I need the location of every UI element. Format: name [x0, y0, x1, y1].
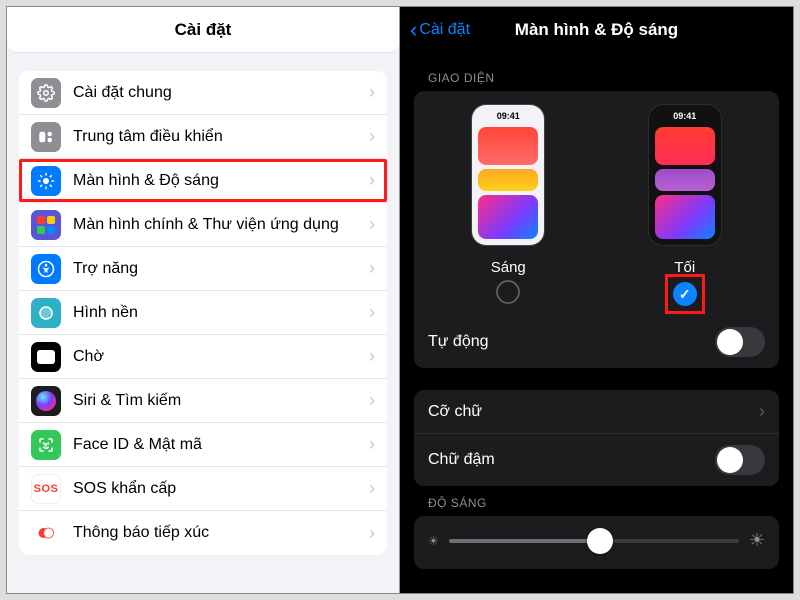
- text-size-label: Cỡ chữ: [428, 403, 482, 421]
- sun-bright-icon: ☀︎: [749, 530, 765, 551]
- preview-dark-thumbnail: 09:41: [649, 105, 721, 245]
- chevron-right-icon: ›: [369, 258, 375, 279]
- detail-scroll[interactable]: GIAO DIỆN 09:41 Sáng 09:41: [400, 53, 793, 593]
- appearance-group: 09:41 Sáng 09:41 Tối: [414, 91, 779, 368]
- settings-row-accessibility[interactable]: Trợ năng ›: [19, 247, 387, 291]
- row-label: Trợ năng: [73, 259, 369, 278]
- chevron-right-icon: ›: [369, 434, 375, 455]
- settings-row-wallpaper[interactable]: Hình nền ›: [19, 291, 387, 335]
- home-grid-icon: [31, 210, 61, 240]
- chevron-right-icon: ›: [369, 170, 375, 191]
- settings-row-sos[interactable]: SOS SOS khẩn cấp ›: [19, 467, 387, 511]
- settings-row-control-center[interactable]: Trung tâm điều khiển ›: [19, 115, 387, 159]
- preview-light-thumbnail: 09:41: [472, 105, 544, 245]
- appearance-light-label: Sáng: [491, 259, 526, 276]
- bold-text-toggle[interactable]: [715, 445, 765, 475]
- chevron-left-icon: ‹: [410, 19, 417, 41]
- chevron-right-icon: ›: [369, 82, 375, 103]
- settings-group: Cài đặt chung › Trung tâm điều khiển › M…: [19, 71, 387, 555]
- brightness-group: ☀︎ ☀︎: [414, 516, 779, 569]
- settings-title: Cài đặt: [7, 7, 399, 53]
- row-label: Face ID & Mật mã: [73, 435, 369, 454]
- appearance-light-radio[interactable]: [496, 280, 520, 304]
- settings-list-panel: Cài đặt Cài đặt chung › Trung tâm điều k…: [7, 7, 400, 593]
- text-size-row[interactable]: Cỡ chữ ›: [414, 390, 779, 434]
- brightness-slider-row: ☀︎ ☀︎: [414, 516, 779, 569]
- row-label: Màn hình & Độ sáng: [73, 171, 369, 190]
- brightness-icon: [31, 166, 61, 196]
- display-brightness-panel: ‹ Cài đặt Màn hình & Độ sáng GIAO DIỆN 0…: [400, 7, 793, 593]
- row-label: Chờ: [73, 347, 369, 366]
- exposure-icon: [31, 518, 61, 548]
- sos-icon: SOS: [31, 474, 61, 504]
- appearance-option-light[interactable]: 09:41 Sáng: [427, 105, 589, 308]
- settings-row-faceid[interactable]: Face ID & Mật mã ›: [19, 423, 387, 467]
- settings-row-general[interactable]: Cài đặt chung ›: [19, 71, 387, 115]
- chevron-right-icon: ›: [759, 401, 765, 422]
- section-brightness-label: ĐỘ SÁNG: [400, 486, 793, 516]
- chevron-right-icon: ›: [369, 302, 375, 323]
- sun-dim-icon: ☀︎: [428, 534, 439, 548]
- settings-scroll[interactable]: Cài đặt chung › Trung tâm điều khiển › M…: [7, 53, 399, 593]
- automatic-label: Tự động: [428, 333, 489, 351]
- faceid-icon: [31, 430, 61, 460]
- settings-row-standby[interactable]: Chờ ›: [19, 335, 387, 379]
- settings-row-exposure[interactable]: Thông báo tiếp xúc ›: [19, 511, 387, 555]
- chevron-right-icon: ›: [369, 126, 375, 147]
- control-center-icon: [31, 122, 61, 152]
- row-label: Cài đặt chung: [73, 83, 369, 102]
- row-label: SOS khẩn cấp: [73, 479, 369, 498]
- section-appearance-label: GIAO DIỆN: [400, 61, 793, 91]
- row-label: Thông báo tiếp xúc: [73, 523, 369, 542]
- chevron-right-icon: ›: [369, 478, 375, 499]
- accessibility-icon: [31, 254, 61, 284]
- chevron-right-icon: ›: [369, 214, 375, 235]
- settings-row-display-brightness[interactable]: Màn hình & Độ sáng ›: [19, 159, 387, 203]
- text-group: Cỡ chữ › Chữ đậm: [414, 390, 779, 486]
- automatic-row: Tự động: [414, 316, 779, 368]
- chevron-right-icon: ›: [369, 523, 375, 544]
- bold-text-row: Chữ đậm: [414, 434, 779, 486]
- back-label: Cài đặt: [419, 21, 470, 39]
- automatic-toggle[interactable]: [715, 327, 765, 357]
- standby-icon: [31, 342, 61, 372]
- siri-icon: [31, 386, 61, 416]
- row-label: Trung tâm điều khiển: [73, 127, 369, 146]
- wallpaper-icon: [31, 298, 61, 328]
- row-label: Màn hình chính & Thư viện ứng dụng: [73, 215, 369, 234]
- screenshot-frame: Cài đặt Cài đặt chung › Trung tâm điều k…: [6, 6, 794, 594]
- gear-icon: [31, 78, 61, 108]
- appearance-previews: 09:41 Sáng 09:41 Tối: [414, 91, 779, 316]
- appearance-dark-radio[interactable]: [673, 282, 697, 306]
- back-button[interactable]: ‹ Cài đặt: [410, 19, 470, 41]
- settings-row-siri[interactable]: Siri & Tìm kiếm ›: [19, 379, 387, 423]
- brightness-slider[interactable]: [449, 539, 739, 543]
- row-label: Siri & Tìm kiếm: [73, 391, 369, 410]
- bold-text-label: Chữ đậm: [428, 451, 495, 469]
- settings-row-home-screen[interactable]: Màn hình chính & Thư viện ứng dụng ›: [19, 203, 387, 247]
- appearance-option-dark[interactable]: 09:41 Tối: [604, 105, 766, 308]
- row-label: Hình nền: [73, 303, 369, 322]
- detail-header: ‹ Cài đặt Màn hình & Độ sáng: [400, 7, 793, 53]
- chevron-right-icon: ›: [369, 390, 375, 411]
- chevron-right-icon: ›: [369, 346, 375, 367]
